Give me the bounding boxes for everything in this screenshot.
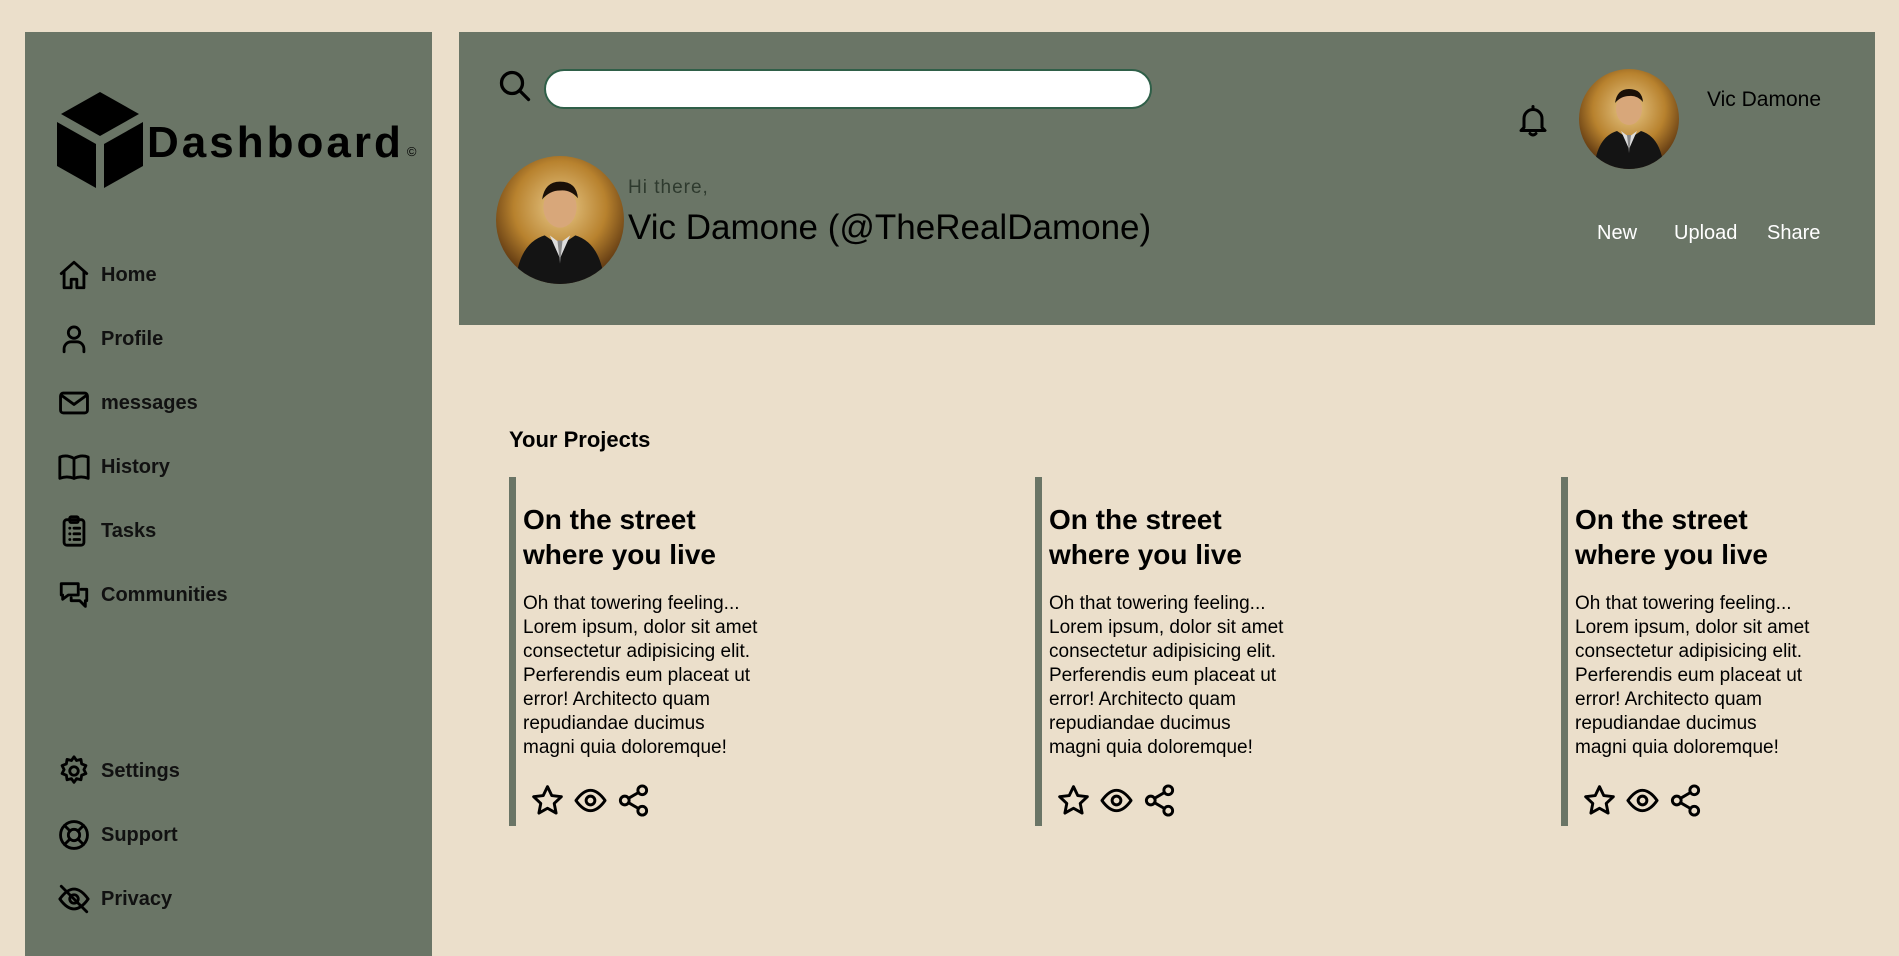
sidebar-item-label: History <box>101 455 170 478</box>
chat-icon <box>59 582 89 608</box>
projects-title: Your Projects <box>509 427 651 452</box>
mail-icon <box>59 391 89 415</box>
project-actions <box>1056 783 1177 818</box>
star-icon[interactable] <box>530 783 565 818</box>
sidebar: Dashboard © Home Profile messages Histor… <box>25 32 432 956</box>
eye-off-icon <box>58 884 90 914</box>
project-card[interactable]: On the street where you live Oh that tow… <box>509 477 809 826</box>
sidebar-item-label: Settings <box>101 759 180 782</box>
share-icon[interactable] <box>616 783 651 818</box>
sidebar-item-support[interactable]: Support <box>57 815 178 855</box>
sidebar-item-history[interactable]: History <box>57 447 170 487</box>
greeting-text: Hi there, <box>628 177 709 198</box>
eye-icon[interactable] <box>573 783 608 818</box>
header: Vic Damone Hi there, Vic Damone (@TheRea… <box>459 32 1875 325</box>
sidebar-item-home[interactable]: Home <box>57 255 157 295</box>
sidebar-item-privacy[interactable]: Privacy <box>57 879 172 919</box>
project-title: On the street where you live <box>1049 504 1242 570</box>
profile-avatar <box>496 156 624 284</box>
sidebar-item-label: Support <box>101 823 178 846</box>
full-name: Vic Damone (@TheRealDamone) <box>628 208 1152 247</box>
sidebar-item-label: Profile <box>101 327 164 350</box>
project-card[interactable]: On the street where you live Oh that tow… <box>1035 477 1335 826</box>
new-button[interactable]: New <box>1597 222 1637 245</box>
sidebar-item-tasks[interactable]: Tasks <box>57 511 156 551</box>
clipboard-icon <box>62 515 86 547</box>
project-actions <box>1582 783 1703 818</box>
eye-icon[interactable] <box>1625 783 1660 818</box>
eye-icon[interactable] <box>1099 783 1134 818</box>
avatar[interactable] <box>1579 69 1679 169</box>
profile-avatar-image <box>496 156 624 284</box>
brand[interactable]: Dashboard © <box>55 90 416 190</box>
star-icon[interactable] <box>1582 783 1617 818</box>
sidebar-item-label: Home <box>101 263 157 286</box>
share-icon[interactable] <box>1142 783 1177 818</box>
share-icon[interactable] <box>1668 783 1703 818</box>
upload-button[interactable]: Upload <box>1674 222 1737 245</box>
sidebar-item-label: Communities <box>101 583 228 606</box>
sidebar-item-label: messages <box>101 391 198 414</box>
share-button[interactable]: Share <box>1767 222 1820 245</box>
project-title: On the street where you live <box>1575 504 1768 570</box>
avatar-image <box>1579 69 1679 169</box>
project-title: On the street where you live <box>523 504 716 570</box>
project-card[interactable]: On the street where you live Oh that tow… <box>1561 477 1861 826</box>
book-icon <box>58 454 90 480</box>
star-icon[interactable] <box>1056 783 1091 818</box>
project-actions <box>530 783 651 818</box>
bell-icon[interactable] <box>1515 100 1551 140</box>
sidebar-item-settings[interactable]: Settings <box>57 751 180 791</box>
gear-icon <box>60 755 88 784</box>
brand-name: Dashboard <box>147 118 404 167</box>
project-description: Oh that towering feeling... Lorem ipsum,… <box>523 593 758 758</box>
user-icon <box>62 325 86 354</box>
sidebar-item-label: Tasks <box>101 519 157 542</box>
search-input[interactable] <box>544 69 1152 109</box>
user-name[interactable]: Vic Damone <box>1707 88 1821 112</box>
search-icon[interactable] <box>497 68 533 104</box>
sidebar-item-profile[interactable]: Profile <box>57 319 163 359</box>
lifebuoy-icon <box>59 820 89 850</box>
sidebar-item-label: Privacy <box>101 887 173 910</box>
project-description: Oh that towering feeling... Lorem ipsum,… <box>1575 593 1810 758</box>
sidebar-item-messages[interactable]: messages <box>57 383 198 423</box>
project-description: Oh that towering feeling... Lorem ipsum,… <box>1049 593 1284 758</box>
copyright-mark: © <box>406 143 417 159</box>
cube-icon <box>57 92 143 188</box>
sidebar-item-communities[interactable]: Communities <box>57 575 228 615</box>
home-icon <box>59 260 89 290</box>
